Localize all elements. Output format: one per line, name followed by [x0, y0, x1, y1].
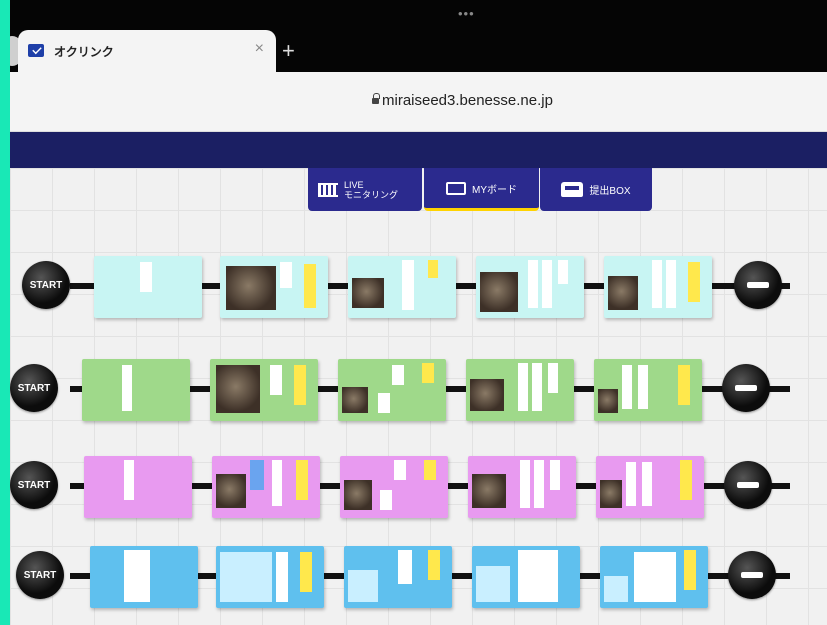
- myboard-label: MYボード: [472, 184, 517, 196]
- more-dots-icon[interactable]: •••: [458, 6, 475, 21]
- board-icon: [446, 181, 466, 195]
- card[interactable]: [468, 456, 576, 518]
- card[interactable]: [604, 256, 712, 318]
- tray-icon: [561, 182, 584, 197]
- card[interactable]: [476, 256, 584, 318]
- board-canvas: LIVE モニタリング MYボード 提出BOX START START STAR…: [10, 168, 827, 625]
- live-label-line1: LIVE: [344, 179, 364, 190]
- start-node[interactable]: START: [10, 364, 58, 412]
- submit-box-button[interactable]: 提出BOX: [540, 168, 652, 211]
- url-text[interactable]: miraiseed3.benesse.ne.jp: [382, 92, 553, 109]
- card[interactable]: [600, 546, 708, 608]
- card[interactable]: [340, 456, 448, 518]
- lane-2: START: [10, 359, 827, 425]
- card[interactable]: [596, 456, 704, 518]
- mail-icon: [28, 44, 44, 57]
- tab-okurink[interactable]: オクリンク ×: [18, 30, 276, 72]
- card[interactable]: [90, 546, 198, 608]
- lane-1: START: [10, 256, 827, 322]
- lock-icon: [372, 93, 380, 104]
- app-header: [10, 132, 827, 168]
- remove-lane-button[interactable]: [724, 461, 772, 509]
- live-monitoring-button[interactable]: LIVE モニタリング: [308, 168, 422, 211]
- card[interactable]: [210, 359, 318, 421]
- address-bar[interactable]: miraiseed3.benesse.ne.jp: [10, 72, 827, 132]
- card[interactable]: [594, 359, 702, 421]
- card[interactable]: [348, 256, 456, 318]
- title-bar: ••• オクリンク × +: [10, 0, 827, 72]
- card[interactable]: [338, 359, 446, 421]
- myboard-button[interactable]: MYボード: [424, 168, 539, 211]
- lane-4: START: [10, 546, 827, 612]
- remove-lane-button[interactable]: [728, 551, 776, 599]
- card[interactable]: [94, 256, 202, 318]
- card[interactable]: [472, 546, 580, 608]
- submit-box-label: 提出BOX: [589, 186, 631, 197]
- remove-lane-button[interactable]: [734, 261, 782, 309]
- remove-lane-button[interactable]: [722, 364, 770, 412]
- card[interactable]: [84, 456, 192, 518]
- lane-3: START: [10, 456, 827, 522]
- card[interactable]: [212, 456, 320, 518]
- card[interactable]: [82, 359, 190, 421]
- card[interactable]: [216, 546, 324, 608]
- tab-title: オクリンク: [54, 45, 114, 59]
- start-node[interactable]: START: [22, 261, 70, 309]
- card[interactable]: [220, 256, 328, 318]
- start-node[interactable]: START: [16, 551, 64, 599]
- browser-window: ••• オクリンク × + miraiseed3.benesse.ne.jp L…: [10, 0, 827, 625]
- new-tab-button[interactable]: +: [282, 38, 295, 64]
- grid-icon: [318, 182, 338, 197]
- tab-close-button[interactable]: ×: [255, 40, 264, 58]
- live-label-line2: モニタリング: [344, 189, 399, 200]
- card[interactable]: [344, 546, 452, 608]
- start-node[interactable]: START: [10, 461, 58, 509]
- card[interactable]: [466, 359, 574, 421]
